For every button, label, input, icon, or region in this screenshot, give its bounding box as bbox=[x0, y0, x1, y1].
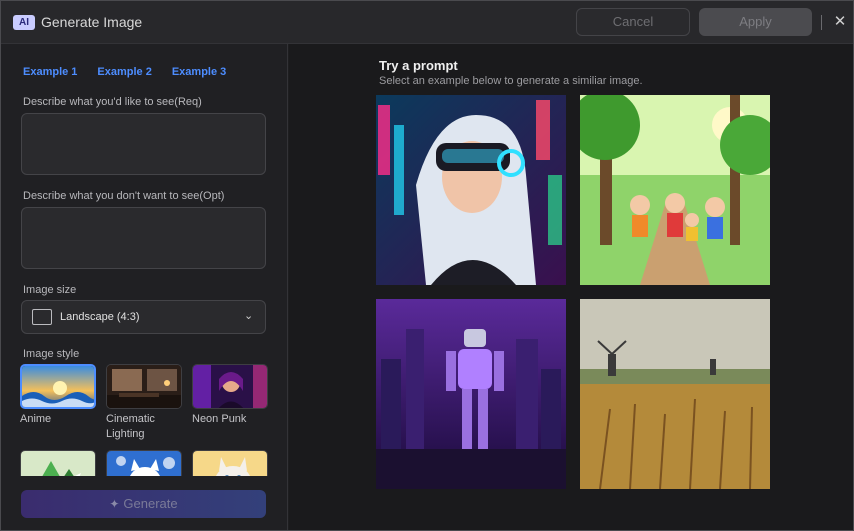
aspect-ratio-icon bbox=[32, 309, 52, 325]
close-icon[interactable]: ✕ bbox=[832, 14, 848, 30]
style-option-cat-watercolor[interactable] bbox=[192, 450, 268, 476]
positive-prompt-input[interactable] bbox=[21, 113, 266, 175]
style-option-anime[interactable]: Anime bbox=[20, 364, 96, 427]
image-size-value: Landscape (4:3) bbox=[60, 311, 140, 323]
apply-button[interactable]: Apply bbox=[699, 8, 812, 36]
anime-thumbnail-icon bbox=[20, 364, 96, 409]
style-label-anime: Anime bbox=[20, 413, 52, 425]
example-image-cyberpunk-vr-girl[interactable] bbox=[376, 95, 566, 285]
generate-label: Generate bbox=[123, 496, 178, 511]
example-image-windmill-wheat-field[interactable] bbox=[580, 299, 770, 489]
cat-cartoon-thumbnail-icon bbox=[106, 450, 182, 476]
style-label-cinematic: Cinematic Lighting bbox=[106, 413, 155, 440]
image-size-label: Image size bbox=[23, 284, 77, 296]
prompt-panel: Example 1 Example 2 Example 3 Describe w… bbox=[1, 44, 288, 530]
positive-prompt-label: Describe what you'd like to see(Req) bbox=[23, 96, 202, 108]
negative-prompt-label: Describe what you don't want to see(Opt) bbox=[23, 190, 225, 202]
chevron-down-icon: ⌄ bbox=[244, 310, 254, 322]
tab-example-2[interactable]: Example 2 bbox=[97, 66, 151, 78]
cancel-button[interactable]: Cancel bbox=[576, 8, 690, 36]
anime-children-forest-icon bbox=[580, 95, 770, 285]
style-option-origami[interactable] bbox=[20, 450, 96, 476]
generate-image-dialog: AI Generate Image Cancel Apply ✕ Example… bbox=[0, 0, 854, 531]
image-style-grid: Anime Cinematic Lighting Neon Punk bbox=[20, 364, 268, 476]
try-prompt-subtitle: Select an example below to generate a si… bbox=[379, 75, 643, 87]
try-prompt-title: Try a prompt bbox=[379, 58, 458, 73]
cinematic-thumbnail-icon bbox=[106, 364, 182, 409]
windmill-wheat-field-icon bbox=[580, 299, 770, 489]
sparkle-icon: ✦ bbox=[109, 497, 120, 511]
image-style-label: Image style bbox=[23, 348, 80, 360]
style-option-cat-cartoon[interactable] bbox=[106, 450, 182, 476]
neon-punk-thumbnail-icon bbox=[192, 364, 268, 409]
example-tabs: Example 1 Example 2 Example 3 bbox=[23, 66, 226, 78]
style-option-cinematic-lighting[interactable]: Cinematic Lighting bbox=[106, 364, 182, 442]
example-image-robot-neon-city[interactable] bbox=[376, 299, 566, 489]
tab-example-1[interactable]: Example 1 bbox=[23, 66, 77, 78]
examples-panel: Try a prompt Select an example below to … bbox=[289, 44, 853, 530]
title-bar: AI Generate Image Cancel Apply ✕ bbox=[1, 1, 853, 44]
generate-button[interactable]: ✦ Generate bbox=[21, 490, 266, 518]
image-size-select[interactable]: Landscape (4:3) ⌄ bbox=[21, 300, 266, 334]
style-option-neon-punk[interactable]: Neon Punk bbox=[192, 364, 268, 427]
titlebar-divider bbox=[821, 15, 822, 30]
origami-thumbnail-icon bbox=[20, 450, 96, 476]
cyberpunk-vr-girl-icon bbox=[376, 95, 566, 285]
cat-watercolor-thumbnail-icon bbox=[192, 450, 268, 476]
style-label-neon-punk: Neon Punk bbox=[192, 413, 247, 425]
robot-neon-city-icon bbox=[376, 299, 566, 489]
negative-prompt-input[interactable] bbox=[21, 207, 266, 269]
dialog-title: Generate Image bbox=[41, 14, 143, 30]
tab-example-3[interactable]: Example 3 bbox=[172, 66, 226, 78]
example-image-anime-children-forest[interactable] bbox=[580, 95, 770, 285]
ai-badge-icon: AI bbox=[13, 15, 35, 30]
